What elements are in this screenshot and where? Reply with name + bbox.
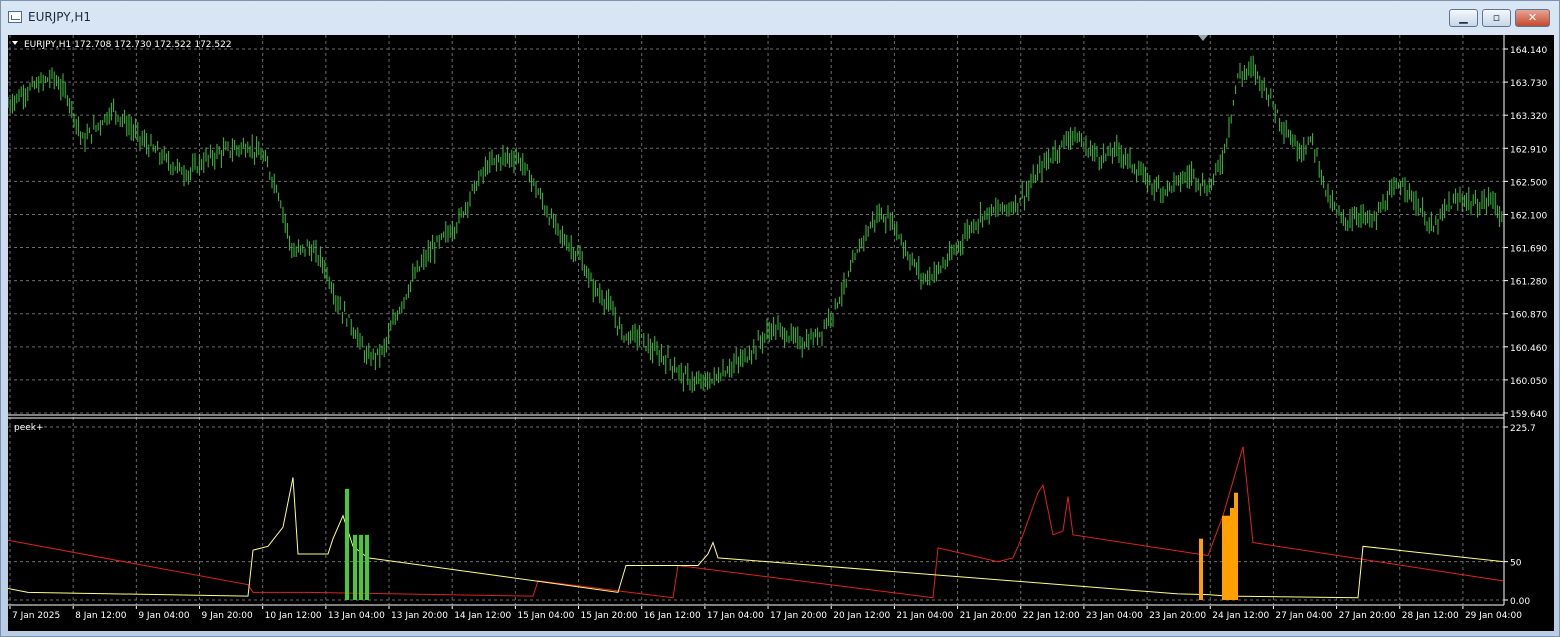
orange-histogram-bar	[1199, 538, 1203, 600]
x-axis-tick-label: 13 Jan 20:00	[391, 611, 448, 621]
indicator-plot	[8, 446, 1504, 600]
y-axis-tick-label: 164.140	[1510, 46, 1547, 56]
maximize-button[interactable]: ▫	[1482, 9, 1511, 27]
x-axis-tick-label: 28 Jan 12:00	[1402, 611, 1459, 621]
x-axis-tick-label: 21 Jan 04:00	[896, 611, 953, 621]
x-axis-tick-label: 13 Jan 04:00	[328, 611, 385, 621]
x-axis-tick-label: 9 Jan 20:00	[202, 611, 254, 621]
x-axis-tick-label: 7 Jan 2025	[12, 611, 60, 621]
y-axis-tick-label: 160.050	[1510, 377, 1547, 387]
indicator-y-tick-label: 0.00	[1510, 597, 1530, 607]
x-axis-tick-label: 27 Jan 20:00	[1339, 611, 1396, 621]
red-indicator-line	[8, 446, 1504, 599]
green-histogram-bar	[359, 534, 363, 600]
green-histogram-bar	[365, 534, 369, 600]
x-axis-tick-label: 24 Jan 12:00	[1212, 611, 1269, 621]
indicator-name: peek+	[14, 423, 44, 433]
price-candles	[8, 55, 1503, 393]
x-axis-tick-label: 23 Jan 04:00	[1086, 611, 1143, 621]
x-axis-tick-label: 29 Jan 04:00	[1465, 611, 1522, 621]
green-histogram-bar	[353, 534, 357, 600]
y-axis-tick-label: 160.870	[1510, 311, 1547, 321]
chart-window: EURJPY,H1 ▁ ▫ ✕ 7 Jan 2025 8 Jan 12:00 9 J…	[0, 0, 1560, 637]
x-axis-tick-label: 14 Jan 12:00	[454, 611, 511, 621]
x-axis-tick-label: 9 Jan 04:00	[138, 611, 190, 621]
indicator-y-tick-label: 50	[1510, 559, 1522, 569]
x-axis-tick-label: 10 Jan 12:00	[265, 611, 322, 621]
y-axis-tick-label: 162.100	[1510, 211, 1547, 221]
indicator-y-tick-label: 225.7	[1510, 424, 1536, 434]
y-axis-tick-label: 160.460	[1510, 344, 1547, 354]
y-axis-tick-label: 161.280	[1510, 278, 1547, 288]
chart-canvas[interactable]: 7 Jan 2025 8 Jan 12:00 9 Jan 04:00 9 Jan 20…	[8, 35, 1554, 631]
green-histogram-bar	[345, 488, 349, 600]
x-axis-tick-label: 16 Jan 12:00	[644, 611, 701, 621]
y-axis-tick-label: 159.640	[1510, 410, 1547, 420]
x-axis-tick-label: 20 Jan 12:00	[833, 611, 890, 621]
chart-area[interactable]: 7 Jan 2025 8 Jan 12:00 9 Jan 04:00 9 Jan 20…	[8, 35, 1554, 631]
y-axis-tick-label: 162.910	[1510, 145, 1547, 155]
window-title: EURJPY,H1	[28, 10, 92, 24]
yellow-indicator-line	[8, 477, 1504, 599]
minimize-button[interactable]: ▁	[1449, 9, 1478, 27]
x-axis-tick-label: 21 Jan 20:00	[960, 611, 1017, 621]
x-axis-tick-label: 17 Jan 20:00	[770, 611, 827, 621]
y-axis-tick-label: 163.730	[1510, 79, 1547, 89]
orange-histogram-bar	[1226, 515, 1230, 600]
close-button[interactable]: ✕	[1515, 9, 1550, 27]
y-axis-tick-label: 163.320	[1510, 112, 1547, 122]
y-axis-tick-label: 161.690	[1510, 245, 1547, 255]
title-bar[interactable]: EURJPY,H1 ▁ ▫ ✕	[1, 1, 1559, 35]
chart-window-icon	[8, 11, 22, 23]
chart-dropdown-icon[interactable]	[12, 41, 18, 45]
x-axis-tick-label: 15 Jan 04:00	[517, 611, 574, 621]
chart-frame	[8, 35, 1508, 609]
y-axis-tick-label: 162.500	[1510, 178, 1547, 188]
orange-histogram-bar	[1222, 515, 1226, 600]
x-axis-tick-label: 23 Jan 20:00	[1149, 611, 1206, 621]
x-axis-tick-label: 8 Jan 12:00	[75, 611, 127, 621]
x-axis-tick-label: 17 Jan 04:00	[707, 611, 764, 621]
orange-histogram-bar	[1230, 508, 1234, 600]
x-axis-tick-label: 15 Jan 20:00	[581, 611, 638, 621]
x-axis-tick-label: 22 Jan 12:00	[1023, 611, 1080, 621]
symbol-info: EURJPY,H1 172.708 172.730 172.522 172.52…	[24, 40, 232, 50]
chart-shift-marker-icon[interactable]	[1198, 35, 1208, 41]
x-axis-tick-label: 27 Jan 04:00	[1275, 611, 1332, 621]
orange-histogram-bar	[1234, 492, 1238, 600]
